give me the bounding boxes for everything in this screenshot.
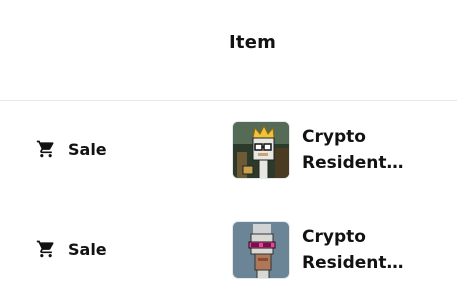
shopping-cart-icon — [36, 239, 56, 259]
item-name-link[interactable]: Crypto Residents… — [302, 224, 412, 276]
shopping-cart-icon — [36, 139, 56, 159]
item-name-link[interactable]: Crypto Residents… — [302, 124, 412, 176]
nft-thumbnail[interactable] — [232, 221, 290, 279]
event-label: Sale — [68, 239, 107, 259]
table-row[interactable]: Sale Crypto Residents… — [0, 101, 457, 201]
event-cell: Sale — [36, 139, 107, 159]
item-cell[interactable]: Crypto Residents… — [232, 121, 412, 179]
event-cell: Sale — [36, 239, 107, 259]
table-row[interactable]: Sale Crypto Residents… — [0, 201, 457, 301]
table-header: Item — [0, 0, 457, 101]
nft-thumbnail[interactable] — [232, 121, 290, 179]
event-label: Sale — [68, 139, 107, 159]
column-header-item: Item — [229, 32, 277, 53]
item-cell[interactable]: Crypto Residents… — [232, 221, 412, 279]
